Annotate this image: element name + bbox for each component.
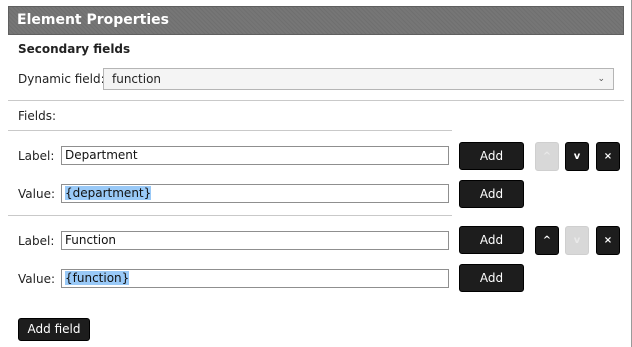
add-field-button[interactable]: Add field — [18, 318, 90, 341]
move-up-button: ^ — [535, 142, 559, 171]
chevron-down-icon: ⌄ — [597, 74, 605, 84]
fields-label: Fields: — [18, 109, 56, 123]
dynamic-field-label: Dynamic field: — [18, 72, 105, 86]
value-caption: Value: — [18, 272, 55, 286]
add-value-button[interactable]: Add — [459, 180, 524, 208]
value-input-value: {department} — [65, 186, 152, 200]
element-properties-panel: Element Properties Secondary fields Dyna… — [0, 0, 632, 347]
value-caption: Value: — [18, 187, 55, 201]
move-up-button[interactable]: ^ — [535, 226, 559, 255]
dynamic-field-value: function — [112, 72, 162, 86]
label-input-value: Function — [65, 233, 117, 247]
add-label-button[interactable]: Add — [459, 142, 524, 170]
close-icon: × — [603, 235, 613, 246]
divider — [8, 100, 624, 101]
value-input-value: {function} — [65, 271, 130, 285]
add-value-button[interactable]: Add — [459, 264, 524, 292]
arrow-down-icon: v — [573, 235, 581, 246]
label-input[interactable]: Function — [61, 231, 449, 250]
label-caption: Label: — [18, 234, 55, 248]
value-input[interactable]: {department} — [61, 184, 449, 203]
dynamic-field-select[interactable]: function ⌄ — [103, 68, 614, 90]
add-label-button[interactable]: Add — [459, 226, 524, 254]
label-caption: Label: — [18, 149, 55, 163]
move-down-button: v — [565, 226, 589, 255]
remove-field-button[interactable]: × — [596, 142, 620, 171]
label-input[interactable]: Department — [61, 146, 449, 165]
value-input[interactable]: {function} — [61, 269, 449, 288]
move-down-button[interactable]: v — [565, 142, 589, 171]
arrow-up-icon: ^ — [542, 151, 552, 162]
arrow-down-icon: v — [573, 151, 581, 162]
panel-title: Element Properties — [8, 6, 624, 35]
remove-field-button[interactable]: × — [596, 226, 620, 255]
close-icon: × — [603, 151, 613, 162]
divider — [8, 215, 452, 216]
label-input-value: Department — [65, 148, 138, 162]
divider — [8, 130, 452, 131]
section-title: Secondary fields — [18, 42, 131, 56]
arrow-up-icon: ^ — [542, 235, 552, 246]
